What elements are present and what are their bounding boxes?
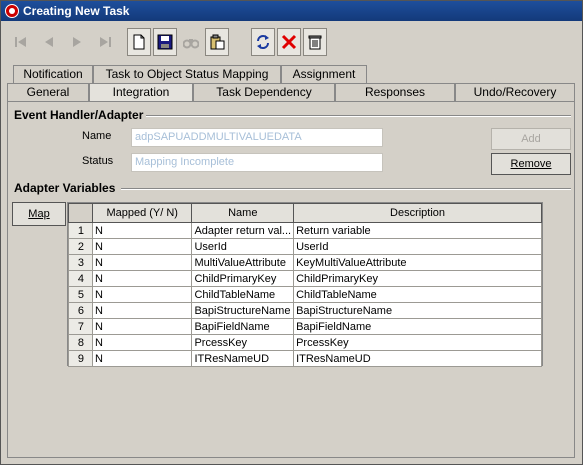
mapped-cell[interactable]: N <box>91 270 193 287</box>
find-icon[interactable] <box>179 28 203 56</box>
paste-icon[interactable] <box>205 28 229 56</box>
row-number[interactable]: 2 <box>68 238 93 255</box>
row-number[interactable]: 6 <box>68 302 93 319</box>
tab-integration[interactable]: Integration <box>89 83 193 101</box>
delete-icon[interactable] <box>277 28 301 56</box>
tab-row-top: Notification Task to Object Status Mappi… <box>7 65 577 83</box>
name-cell[interactable]: Adapter return val... <box>191 222 295 239</box>
row-number[interactable]: 3 <box>68 254 93 271</box>
refresh-icon[interactable] <box>251 28 275 56</box>
last-icon[interactable] <box>93 28 117 56</box>
mapped-cell[interactable]: N <box>91 222 193 239</box>
table-row[interactable]: 1 N Adapter return val... Return variable <box>68 222 542 239</box>
task-window: Creating New Task Notification Task to O… <box>0 0 583 465</box>
row-number[interactable]: 1 <box>68 222 93 239</box>
name-cell[interactable]: PrcessKey <box>191 334 295 351</box>
adapter-status-field[interactable]: Mapping Incomplete <box>131 153 383 172</box>
table-row[interactable]: 4 N ChildPrimaryKey ChildPrimaryKey <box>68 270 542 287</box>
new-icon[interactable] <box>127 28 151 56</box>
map-button-label: Map <box>28 208 50 220</box>
name-label: Name <box>82 130 112 142</box>
oracle-app-icon <box>5 4 19 18</box>
description-cell[interactable]: ChildTableName <box>293 286 542 303</box>
tab-general[interactable]: General <box>7 83 89 101</box>
mapped-cell[interactable]: N <box>91 318 193 335</box>
section-divider <box>121 188 571 190</box>
col-name[interactable]: Name <box>191 203 295 223</box>
trash-icon[interactable] <box>303 28 327 56</box>
col-description[interactable]: Description <box>293 203 542 223</box>
description-cell[interactable]: UserId <box>293 238 542 255</box>
table-row[interactable]: 3 N MultiValueAttribute KeyMultiValueAttrib… <box>68 254 542 271</box>
adapter-variables-table: Mapped (Y/ N) Name Description 1 N Adapter… <box>67 202 543 367</box>
description-cell[interactable]: PrcessKey <box>293 334 542 351</box>
row-header-corner <box>68 203 93 223</box>
col-mapped[interactable]: Mapped (Y/ N) <box>91 203 193 223</box>
mapped-cell[interactable]: N <box>91 286 193 303</box>
first-icon[interactable] <box>9 28 33 56</box>
tab-assignment[interactable]: Assignment <box>281 65 367 83</box>
name-cell[interactable]: ChildTableName <box>191 286 295 303</box>
next-icon[interactable] <box>65 28 89 56</box>
name-cell[interactable]: ChildPrimaryKey <box>191 270 295 287</box>
mapped-cell[interactable]: N <box>91 302 193 319</box>
table-row[interactable]: 7 N BapiFieldName BapiFieldName <box>68 318 542 335</box>
row-number[interactable]: 7 <box>68 318 93 335</box>
name-cell[interactable]: MultiValueAttribute <box>191 254 295 271</box>
row-number[interactable]: 9 <box>68 350 93 367</box>
map-button[interactable]: Map <box>12 202 66 226</box>
add-button[interactable]: Add <box>491 128 571 150</box>
table-row[interactable]: 5 N ChildTableName ChildTableName <box>68 286 542 303</box>
row-number[interactable]: 4 <box>68 270 93 287</box>
name-cell[interactable]: ITResNameUD <box>191 350 295 367</box>
tab-undo-recovery[interactable]: Undo/Recovery <box>455 83 575 101</box>
save-icon[interactable] <box>153 28 177 56</box>
description-cell[interactable]: ITResNameUD <box>293 350 542 367</box>
section-divider <box>146 115 571 117</box>
window-title: Creating New Task <box>23 4 130 18</box>
mapped-cell[interactable]: N <box>91 350 193 367</box>
table-row[interactable]: 9 N ITResNameUD ITResNameUD <box>68 350 542 367</box>
event-handler-heading: Event Handler/Adapter <box>14 108 144 122</box>
remove-button[interactable]: Remove <box>491 153 571 175</box>
table-row[interactable]: 6 N BapiStructureName BapiStructureName <box>68 302 542 319</box>
table-row[interactable]: 8 N PrcessKey PrcessKey <box>68 334 542 351</box>
tab-task-status-mapping[interactable]: Task to Object Status Mapping <box>93 65 281 83</box>
mapped-cell[interactable]: N <box>91 254 193 271</box>
tab-responses[interactable]: Responses <box>335 83 455 101</box>
row-number[interactable]: 8 <box>68 334 93 351</box>
tab-task-dependency[interactable]: Task Dependency <box>193 83 335 101</box>
description-cell[interactable]: BapiStructureName <box>293 302 542 319</box>
mapped-cell[interactable]: N <box>91 238 193 255</box>
description-cell[interactable]: ChildPrimaryKey <box>293 270 542 287</box>
tab-row-bottom: General Integration Task Dependency Resp… <box>7 83 577 101</box>
row-number[interactable]: 5 <box>68 286 93 303</box>
adapter-variables-heading: Adapter Variables <box>14 181 116 195</box>
adapter-name-field[interactable]: adpSAPUADDMULTIVALUEDATA <box>131 128 383 147</box>
description-cell[interactable]: BapiFieldName <box>293 318 542 335</box>
status-label: Status <box>82 155 114 167</box>
title-bar[interactable]: Creating New Task <box>1 1 582 21</box>
name-cell[interactable]: BapiFieldName <box>191 318 295 335</box>
description-cell[interactable]: KeyMultiValueAttribute <box>293 254 542 271</box>
tab-notification[interactable]: Notification <box>13 65 93 83</box>
mapped-cell[interactable]: N <box>91 334 193 351</box>
name-cell[interactable]: UserId <box>191 238 295 255</box>
prev-icon[interactable] <box>37 28 61 56</box>
table-row[interactable]: 2 N UserId UserId <box>68 238 542 255</box>
name-cell[interactable]: BapiStructureName <box>191 302 295 319</box>
remove-button-label: Remove <box>510 158 552 170</box>
description-cell[interactable]: Return variable <box>293 222 542 239</box>
